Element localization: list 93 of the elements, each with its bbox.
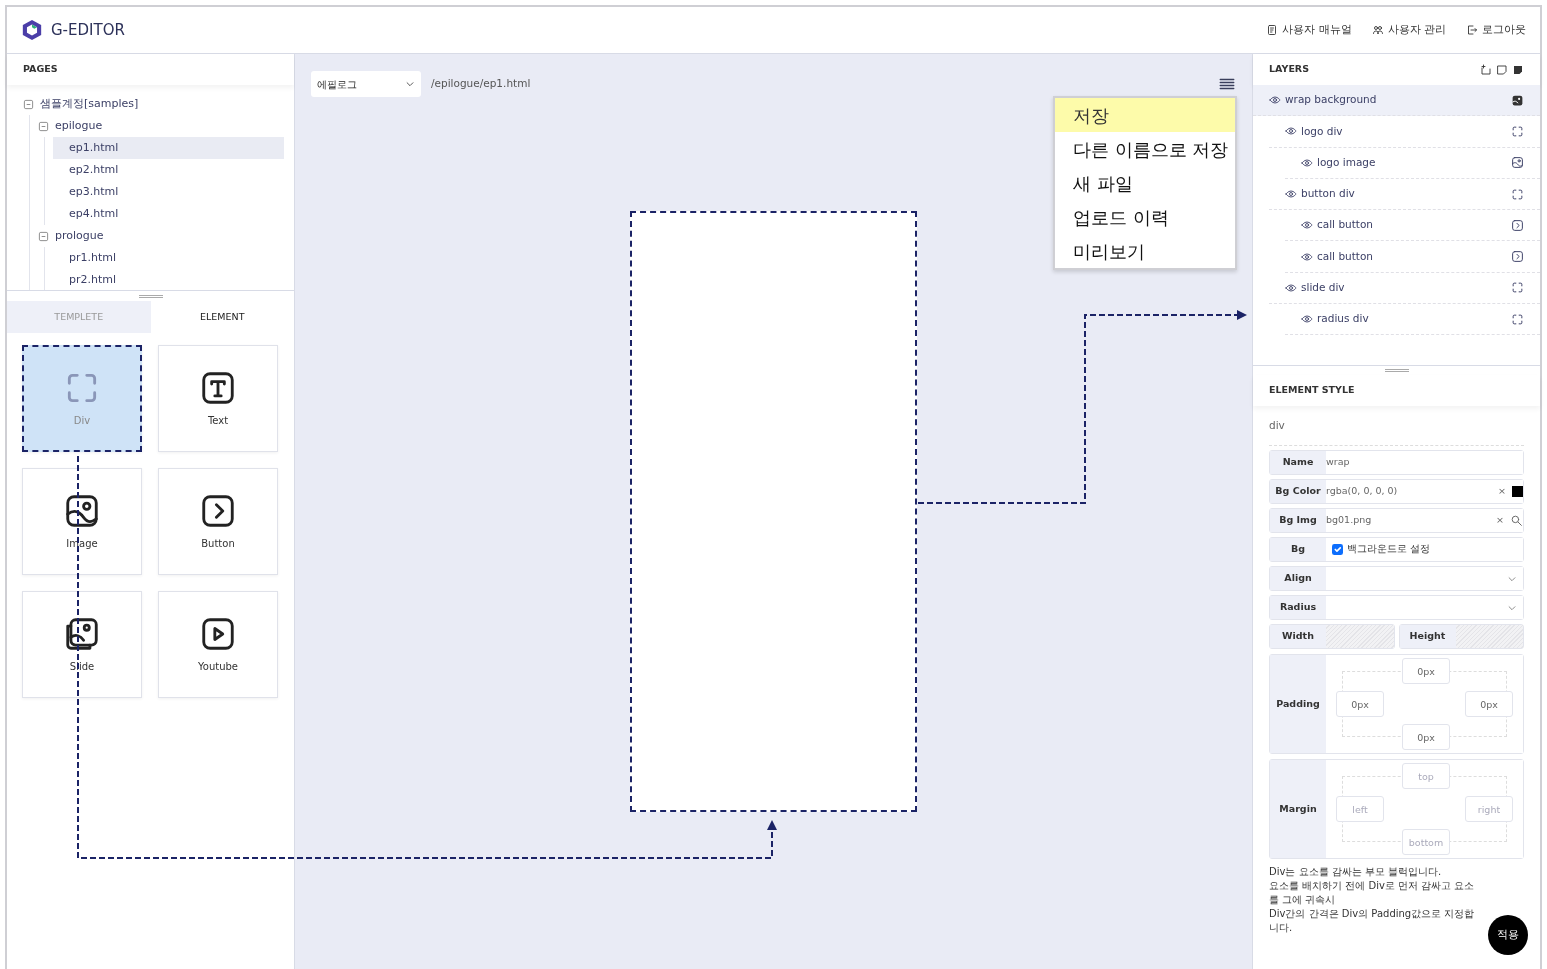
collapse-icon[interactable] [38,230,49,242]
help-text: 요소를 배치하기 전에 Div로 먼저 감싸고 요소를 그에 귀속시 [1269,879,1476,907]
tree-item[interactable]: prologue [38,225,284,247]
image-icon [1511,156,1524,170]
layer-item[interactable]: call button [1285,210,1540,242]
input-field[interactable]: left [1336,796,1384,822]
layer-item[interactable]: logo div [1269,116,1540,148]
input-field[interactable]: 0px [1402,724,1450,750]
header-link[interactable]: 사용자 매뉴얼 [1266,22,1352,38]
field-label: Bg Img [1270,509,1326,532]
input-field[interactable]: right [1465,796,1513,822]
image-icon [1511,93,1524,107]
eye-icon [1301,313,1313,326]
chevron-square-icon [1511,250,1524,264]
tree-item[interactable]: ep1.html [53,137,284,159]
element-tile[interactable]: Youtube [158,591,278,698]
hexagon-logo-icon [21,18,43,42]
panel-title: ELEMENT STYLE [1253,375,1540,406]
search-icon[interactable] [1510,514,1523,527]
menu-item[interactable]: 업로드 이력 [1055,200,1235,234]
layer-item[interactable]: button div [1269,178,1540,211]
collapse-icon[interactable] [23,98,34,110]
chevron-down-icon [405,79,415,89]
element-type: div [1269,406,1524,446]
menu-item[interactable]: 미리보기 [1055,234,1235,268]
input-field[interactable]: top [1402,763,1450,789]
color-swatch[interactable] [1512,486,1523,497]
element-tile[interactable]: Button [158,468,278,575]
splitter-handle[interactable] [1384,369,1409,372]
tree-item[interactable]: pr2.html [53,269,284,290]
element-tile[interactable]: Image [22,468,142,575]
field-label: Bg Color [1270,480,1326,503]
field-label: Padding [1270,655,1326,753]
eye-icon [1269,94,1281,107]
panel-title: LAYERS [1269,62,1310,77]
tree-item[interactable]: ep4.html [53,203,284,225]
apply-button[interactable]: 적용 [1488,915,1528,955]
layer-item[interactable]: logo image [1285,147,1540,179]
field-label: Bg [1270,538,1326,561]
users-icon [1371,24,1384,36]
slides-icon [63,615,101,653]
play-square-icon [199,615,237,653]
menu-item[interactable]: 다른 이름으로 저장 [1055,132,1235,166]
eye-icon [1285,125,1297,138]
header-link[interactable]: 사용자 관리 [1371,22,1446,38]
eye-icon [1301,156,1313,169]
tree-item[interactable]: epilogue [38,115,284,137]
tree-item[interactable]: ep3.html [53,181,284,203]
form-field[interactable]: Name wrap [1269,450,1524,475]
help-text: Div간의 간격은 Div의 Padding값으로 지정합니다. [1269,907,1476,935]
input-field[interactable]: 0px [1402,658,1450,684]
form-field[interactable]: Bg Img bg01.png × [1269,508,1524,533]
file-path: /epilogue/ep1.html [431,76,531,92]
input-field[interactable]: 0px [1465,691,1513,717]
tree-item[interactable]: 샘플계정[samples] [23,93,284,115]
layer-item[interactable]: call button [1285,241,1540,273]
eye-icon [1301,219,1313,232]
document-icon [1266,24,1279,36]
element-tile[interactable]: Text [158,345,278,452]
splitter-handle[interactable] [138,294,163,298]
logo-text: G-EDITOR [51,19,125,41]
eye-icon [1301,250,1313,263]
image-icon [63,492,101,530]
logout-icon [1466,24,1478,36]
eye-icon [1285,188,1297,201]
menu-item[interactable]: 새 파일 [1055,166,1235,200]
field-label: Name [1270,451,1326,474]
chevron-square-icon [1511,218,1524,232]
input-field[interactable]: bottom [1402,829,1450,855]
checkbox[interactable] [1332,544,1343,555]
layer-item[interactable]: wrap background [1253,85,1540,117]
form-field[interactable]: Bg Color rgba(0, 0, 0, 0) × [1269,479,1524,504]
input-field[interactable]: 0px [1336,691,1384,717]
chevron-square-icon [199,492,237,530]
tree-item[interactable]: ep2.html [53,159,284,181]
layer-item[interactable]: radius div [1285,304,1540,336]
note-icon[interactable] [1496,63,1508,76]
clear-button[interactable]: × [1496,513,1504,528]
add-layer-icon[interactable] [1480,63,1492,76]
header-link[interactable]: 로그아웃 [1466,22,1526,38]
folder-select[interactable]: 에필로그 [311,71,421,97]
tree-item[interactable]: pr1.html [53,247,284,269]
field-label: Margin [1270,760,1326,858]
filled-note-icon[interactable] [1512,63,1524,76]
text-icon [199,369,237,407]
clear-button[interactable]: × [1498,484,1506,499]
layer-item[interactable]: slide div [1269,272,1540,305]
collapse-icon[interactable] [38,120,49,132]
panel-title: PAGES [7,54,294,85]
eye-icon [1285,281,1297,294]
menu-item[interactable]: 저장 [1055,98,1235,132]
checkbox-label[interactable]: 백그라운드로 설정 [1347,542,1431,557]
help-text: Div는 요소를 감싸는 부모 블럭입니다. [1269,865,1443,879]
